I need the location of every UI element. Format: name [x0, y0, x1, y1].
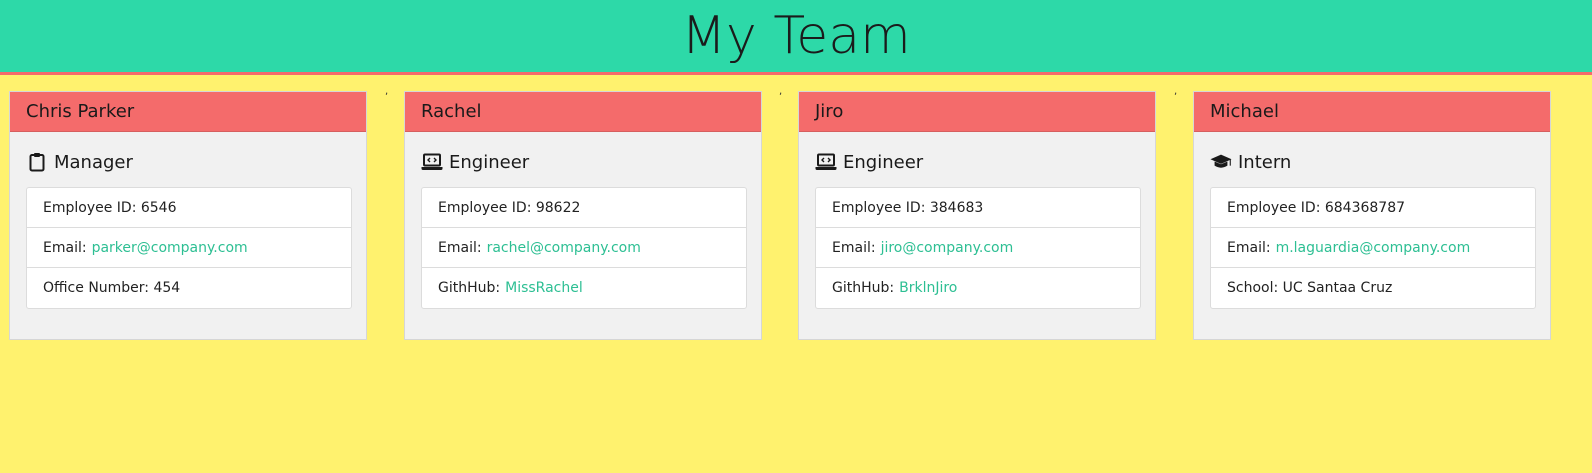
separator-comma: ,	[385, 86, 389, 97]
school-row: School: UC Santaa Cruz	[1211, 268, 1535, 308]
employee-id: Employee ID: 384683	[832, 199, 984, 216]
email-link[interactable]: m.laguardia@company.com	[1276, 240, 1471, 256]
team-container: Chris Parker Manager Employee ID: 6546 E…	[0, 75, 1592, 473]
role-label: Manager	[54, 151, 133, 173]
employee-id-row: Employee ID: 6546	[27, 188, 351, 228]
card-header: Michael	[1194, 92, 1550, 132]
info-list: Employee ID: 384683 Email: jiro@company.…	[815, 187, 1141, 309]
info-list: Employee ID: 6546 Email: parker@company.…	[26, 187, 352, 309]
email-link[interactable]: parker@company.com	[92, 240, 248, 256]
page-title: My Team	[681, 6, 911, 66]
graduation-cap-icon	[1210, 151, 1232, 173]
school: School: UC Santaa Cruz	[1227, 280, 1393, 296]
info-list: Employee ID: 98622 Email: rachel@company…	[421, 187, 747, 309]
employee-id: Employee ID: 98622	[438, 199, 581, 216]
card-header: Rachel	[405, 92, 761, 132]
page-header: My Team	[0, 0, 1592, 75]
card-header: Jiro	[799, 92, 1155, 132]
employee-card-intern: Michael Intern Employee ID: 684368787 Em…	[1193, 91, 1551, 340]
card-header: Chris Parker	[10, 92, 366, 132]
employee-id-row: Employee ID: 384683	[816, 188, 1140, 228]
separator-comma: ,	[1174, 86, 1178, 97]
employee-name: Rachel	[421, 101, 482, 122]
github-row: GithHub: MissRachel	[422, 268, 746, 308]
github-link[interactable]: BrklnJiro	[899, 280, 957, 296]
laptop-code-icon	[421, 151, 443, 173]
employee-id: Employee ID: 6546	[43, 199, 177, 216]
employee-id: Employee ID: 684368787	[1227, 199, 1406, 216]
github-row: GithHub: BrklnJiro	[816, 268, 1140, 308]
github-label: GithHub:	[438, 280, 501, 296]
email-row: Email: jiro@company.com	[816, 228, 1140, 268]
email-link[interactable]: jiro@company.com	[881, 240, 1014, 256]
separator-comma: ,	[779, 86, 783, 97]
office-number-row: Office Number: 454	[27, 268, 351, 308]
employee-card-engineer: Jiro Engineer Employee ID: 384683 Email:…	[798, 91, 1156, 340]
email-label: Email:	[1227, 239, 1271, 256]
employee-role: Engineer	[405, 150, 761, 174]
email-row: Email: rachel@company.com	[422, 228, 746, 268]
employee-name: Jiro	[815, 101, 844, 122]
employee-card-manager: Chris Parker Manager Employee ID: 6546 E…	[9, 91, 367, 340]
github-label: GithHub:	[832, 280, 895, 296]
role-label: Engineer	[449, 151, 530, 173]
employee-id-row: Employee ID: 684368787	[1211, 188, 1535, 228]
laptop-code-icon	[815, 151, 837, 173]
role-label: Engineer	[843, 151, 924, 173]
email-link[interactable]: rachel@company.com	[487, 240, 641, 256]
employee-name: Michael	[1210, 101, 1279, 122]
employee-role: Intern	[1194, 150, 1550, 174]
role-label: Intern	[1238, 151, 1292, 173]
email-label: Email:	[43, 239, 87, 256]
github-link[interactable]: MissRachel	[505, 280, 583, 296]
employee-id-row: Employee ID: 98622	[422, 188, 746, 228]
clipboard-icon	[26, 151, 48, 173]
employee-role: Engineer	[799, 150, 1155, 174]
email-label: Email:	[832, 239, 876, 256]
employee-role: Manager	[10, 150, 366, 174]
email-row: Email: parker@company.com	[27, 228, 351, 268]
employee-name: Chris Parker	[26, 101, 135, 122]
email-label: Email:	[438, 239, 482, 256]
info-list: Employee ID: 684368787 Email: m.laguardi…	[1210, 187, 1536, 309]
employee-card-engineer: Rachel Engineer Employee ID: 98622 Email…	[404, 91, 762, 340]
email-row: Email: m.laguardia@company.com	[1211, 228, 1535, 268]
office-number: Office Number: 454	[43, 280, 181, 296]
